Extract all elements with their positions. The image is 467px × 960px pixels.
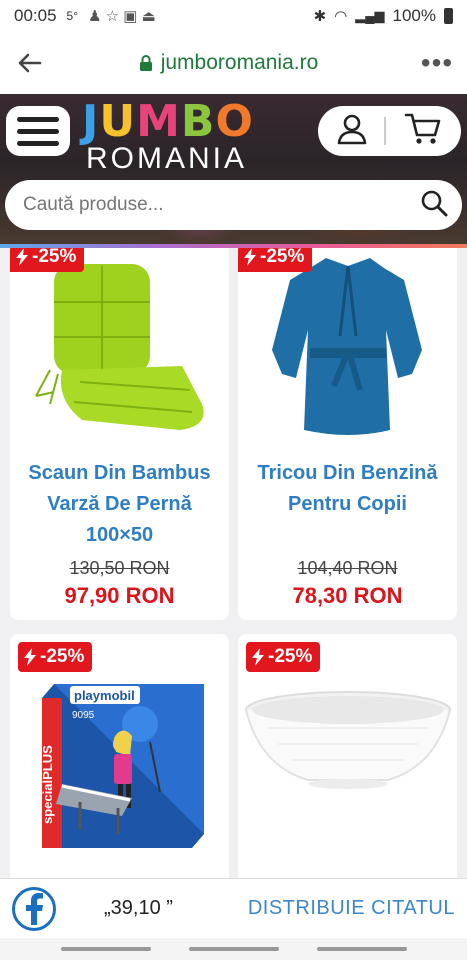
- discount-badge: -25%: [10, 248, 85, 272]
- back-button[interactable]: [0, 53, 60, 73]
- product-name[interactable]: Scaun Din Bambus Varză De Pernă 100×50: [10, 458, 229, 551]
- jumbo-logo[interactable]: JUMBO ROMANIA: [82, 96, 268, 175]
- facebook-button[interactable]: [12, 886, 56, 931]
- product-old-price: 104,40 RON: [297, 558, 398, 578]
- discount-badge: -25%: [238, 248, 313, 272]
- product-image: [35, 264, 204, 430]
- flash-icon: [244, 248, 256, 266]
- nav-back-button[interactable]: [316, 947, 407, 951]
- url-field[interactable]: jumboromania.ro: [60, 51, 397, 75]
- svg-text:9095: 9095: [72, 710, 95, 721]
- logo-wordmark: JUMBO: [82, 96, 254, 147]
- product-card[interactable]: -25%: [238, 634, 457, 878]
- status-bar: 00:05 5° ♟ ☆ ▣ ⏏ ✱ ◠ ▂▄▆ 100%: [0, 0, 467, 32]
- product-image: specialPLUS playmobil 9095: [40, 684, 204, 848]
- back-arrow-icon: [18, 53, 42, 73]
- share-quote-button[interactable]: DISTRIBUIE CITATUL: [248, 897, 455, 920]
- notification-icons: ♟ ☆ ▣ ⏏: [88, 8, 156, 25]
- bluetooth-icon: ✱: [313, 8, 327, 25]
- battery-level: 100%: [392, 6, 436, 25]
- product-grid: -25% Scaun Din Bambus Varză De Pernă 100…: [0, 248, 467, 878]
- search-button[interactable]: [420, 189, 448, 222]
- system-navigation-bar: [0, 938, 467, 960]
- search-icon: [421, 190, 448, 216]
- facebook-icon: [26, 892, 43, 925]
- menu-icon: [17, 116, 59, 122]
- site-header: JUMBO ROMANIA: [0, 94, 467, 246]
- more-options-button[interactable]: •••: [407, 47, 467, 79]
- account-cart-group: [318, 106, 461, 156]
- product-price: 97,90 RON: [64, 583, 175, 608]
- menu-button[interactable]: [6, 106, 70, 156]
- account-button[interactable]: [337, 113, 367, 150]
- nav-recent-button[interactable]: [60, 947, 151, 951]
- wifi-icon: ◠: [334, 8, 348, 25]
- flash-icon: [16, 248, 28, 266]
- product-price: 78,30 RON: [292, 583, 403, 608]
- discount-badge: -25%: [246, 642, 321, 672]
- svg-text:playmobil: playmobil: [74, 688, 135, 703]
- user-icon: [337, 114, 367, 144]
- nav-home-button[interactable]: [188, 947, 279, 951]
- status-time: 00:05: [14, 6, 57, 25]
- search-bar: [5, 180, 462, 230]
- product-old-price: 130,50 RON: [69, 558, 170, 578]
- battery-icon: [444, 8, 453, 24]
- flash-icon: [252, 648, 264, 666]
- url-text: jumboromania.ro: [160, 51, 319, 74]
- svg-text:specialPLUS: specialPLUS: [40, 745, 55, 824]
- product-card[interactable]: -25% specialPLUS playmobil 9095: [10, 634, 229, 878]
- product-image: [245, 691, 451, 789]
- cart-button[interactable]: [404, 112, 442, 151]
- status-temperature: 5°: [66, 9, 79, 23]
- product-image: [272, 258, 422, 435]
- divider: [384, 117, 387, 145]
- lock-icon: [139, 55, 152, 71]
- cart-icon: [404, 113, 441, 144]
- browser-url-bar: jumboromania.ro •••: [0, 32, 467, 94]
- product-card[interactable]: -25% Tricou Din Benzină Pentru Copii 104…: [238, 248, 457, 620]
- flash-icon: [24, 648, 36, 666]
- discount-badge: -25%: [18, 642, 93, 672]
- quote-text: „39,10 ”: [104, 897, 173, 919]
- logo-subtitle: ROMANIA: [86, 142, 248, 175]
- more-icon: •••: [420, 47, 454, 78]
- search-input[interactable]: [23, 194, 420, 216]
- product-name[interactable]: Tricou Din Benzină Pentru Copii: [238, 458, 457, 520]
- product-card[interactable]: -25% Scaun Din Bambus Varză De Pernă 100…: [10, 248, 229, 620]
- signal-icon: ▂▄▆: [355, 8, 385, 23]
- share-bar: „39,10 ” DISTRIBUIE CITATUL: [0, 878, 467, 938]
